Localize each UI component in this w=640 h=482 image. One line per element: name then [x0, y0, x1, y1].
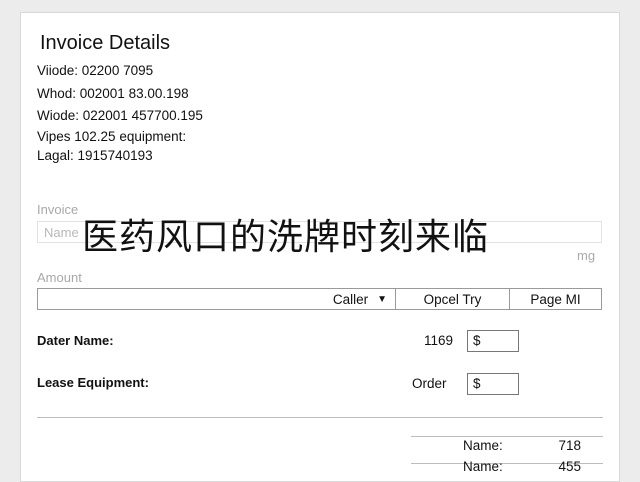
currency-symbol: $ — [473, 376, 481, 391]
meta-line: Wiode: 022001 457700.195 — [37, 108, 203, 123]
caller-dropdown[interactable]: Caller ▼ — [38, 289, 396, 309]
lease-order-text: Order — [412, 376, 447, 391]
summary-label: Name: — [463, 438, 503, 453]
dater-name-value: 1169 — [424, 333, 454, 348]
meta-line: Lagal: 1915740193 — [37, 148, 153, 163]
divider — [37, 417, 603, 418]
lease-amount-field[interactable]: $ — [467, 373, 519, 395]
divider — [411, 436, 603, 437]
amount-section-label: Amount — [37, 270, 82, 285]
caret-down-icon: ▼ — [377, 293, 387, 305]
dater-name-label: Dater Name: — [37, 333, 114, 348]
summary-value: 455 — [558, 459, 581, 474]
caller-dropdown-label: Caller — [332, 291, 369, 307]
currency-symbol: $ — [473, 333, 481, 348]
meta-line: Whod: 002001 83.00.198 — [37, 86, 189, 101]
overlay-caption: 医药风口的洗牌时刻来临 — [82, 217, 490, 258]
meta-line: Viiode: 02200 7095 — [37, 63, 154, 78]
invoice-section-label: Invoice — [37, 202, 79, 217]
meta-line: Vipes 102.25 equipment: — [37, 129, 187, 144]
page-mi-button[interactable]: Page MI — [510, 289, 601, 309]
summary-value: 718 — [558, 438, 581, 453]
opcel-try-button[interactable]: Opcel Try — [396, 289, 510, 309]
page-title: Invoice Details — [40, 32, 171, 54]
unit-label: mg — [577, 248, 596, 263]
action-toolbar: Caller ▼ Opcel Try Page MI — [37, 288, 602, 310]
summary-label: Name: — [463, 459, 503, 474]
dater-amount-field[interactable]: $ — [467, 330, 519, 352]
lease-equipment-label: Lease Equipment: — [37, 375, 149, 390]
